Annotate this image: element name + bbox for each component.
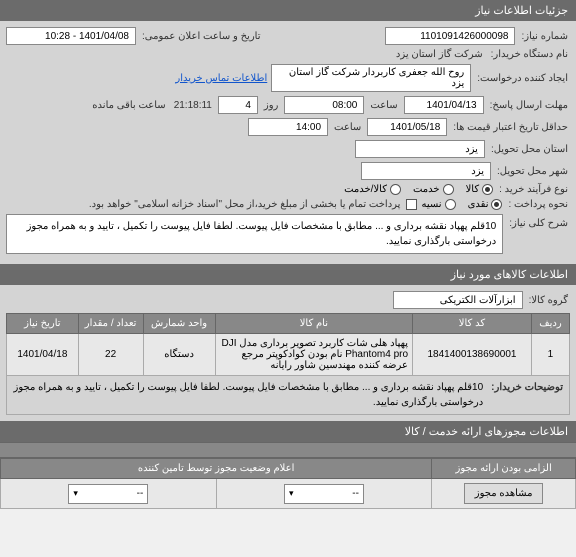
radio-goods-label: کالا [466,184,480,195]
time-label-2: ساعت [332,122,363,133]
radio-circle-icon [443,184,454,195]
goods-group-value: ابزارآلات الکتریکی [393,291,523,309]
buyer-org-label: نام دستگاه خریدار: [489,49,570,60]
buyer-notes-label: توضیحات خریدار: [489,380,565,395]
col-name: نام کالا [215,314,412,334]
status-select-2[interactable]: -- ▾ [68,484,148,504]
creator-label: ایجاد کننده درخواست: [475,73,570,84]
treasury-checkbox[interactable] [406,199,417,210]
cell-code: 1841400138690001 [413,334,532,376]
col-qty: تعداد / مقدار [78,314,143,334]
announce-date-value: 1401/04/08 - 10:28 [6,27,136,45]
need-overview-label: شرح کلی نیاز: [507,214,570,229]
main-header: جزئیات اطلاعات نیاز [0,0,576,21]
radio-circle-icon [491,199,502,210]
need-overview-text: 10قلم پهپاد نقشه برداری و ... مطابق با م… [6,214,503,254]
chevron-down-icon: ▾ [289,488,294,499]
cell-view-permit: مشاهده مجوز [432,479,576,509]
cell-qty: 22 [78,334,143,376]
document-container: جزئیات اطلاعات نیاز شماره نیاز: 11010914… [0,0,576,509]
delivery-city-value: یزد [361,162,491,180]
col-status-header: اعلام وضعیت مجوز توسط تامین کننده [1,459,432,479]
payment-radios: نقدی نسیه [421,199,502,210]
process-type-radios: کالا خدمت کالا/خدمت [344,184,493,195]
buyer-notes-row: توضیحات خریدار: 10قلم پهپاد نقشه برداری … [7,376,570,415]
reply-days-value: 4 [218,96,258,114]
radio-circle-icon [482,184,493,195]
radio-circle-icon [390,184,401,195]
select-value: -- [352,488,359,499]
col-permit-required: الزامی بودن ارائه مجوز [432,459,576,479]
cell-unit: دستگاه [143,334,215,376]
cell-idx: 1 [531,334,569,376]
cell-select-1: -- ▾ [216,479,432,509]
radio-cash[interactable]: نقدی [468,199,503,210]
divider [0,442,576,458]
reply-deadline-label: مهلت ارسال پاسخ: [488,100,570,111]
radio-credit-label: نسیه [421,199,441,210]
info-section: شماره نیاز: 1101091426000098 تاریخ و ساع… [0,21,576,264]
cell-date: 1401/04/18 [7,334,79,376]
col-idx: ردیف [531,314,569,334]
status-select-1[interactable]: -- ▾ [284,484,364,504]
radio-goods[interactable]: کالا [466,184,494,195]
remaining-value: 21:18:11 [172,100,214,111]
radio-both[interactable]: کالا/خدمت [344,184,401,195]
remaining-label: ساعت باقی مانده [90,100,167,111]
status-table: الزامی بودن ارائه مجوز اعلام وضعیت مجوز … [0,458,576,509]
payment-label: نحوه پرداخت : [506,199,570,210]
col-unit: واحد شمارش [143,314,215,334]
goods-section: گروه کالا: ابزارآلات الکتریکی ردیف کد کا… [0,285,576,421]
permits-header: اطلاعات مجوزهای ارائه خدمت / کالا [0,421,576,442]
treasury-note: پرداخت تمام یا بخشی از مبلغ خرید،از محل … [87,199,403,210]
need-no-value: 1101091426000098 [385,27,515,45]
time-label-1: ساعت [368,100,399,111]
reply-date-value: 1401/04/13 [404,96,484,114]
cell-select-2: -- ▾ [1,479,217,509]
need-no-label: شماره نیاز: [519,31,570,42]
radio-service[interactable]: خدمت [413,184,454,195]
cell-name: پهپاد هلی شات کاربرد تصویر برداری مدل DJ… [215,334,412,376]
buyer-notes-text: 10قلم پهپاد نقشه برداری و ... مطابق با م… [11,380,483,410]
status-row: مشاهده مجوز -- ▾ -- ▾ [1,479,576,509]
chevron-down-icon: ▾ [73,488,78,499]
process-type-label: نوع فرآیند خرید : [497,184,570,195]
day-label: روز [262,100,281,111]
min-credit-date-value: 1401/05/18 [367,118,447,136]
radio-service-label: خدمت [413,184,440,195]
min-credit-time-value: 14:00 [248,118,328,136]
radio-cash-label: نقدی [468,199,489,210]
delivery-province-value: یزد [355,140,485,158]
creator-value: روح الله جعفری کاربردار شرکت گاز استان ی… [271,64,471,92]
announce-date-label: تاریخ و ساعت اعلان عمومی: [140,31,263,42]
contact-info-link[interactable]: اطلاعات تماس خریدار [175,73,267,84]
buyer-org-value: شرکت گاز استان یزد [394,49,485,60]
radio-circle-icon [445,199,456,210]
goods-group-label: گروه کالا: [527,295,570,306]
delivery-city-label: شهر محل تحویل: [495,166,570,177]
col-code: کد کالا [413,314,532,334]
goods-info-header: اطلاعات کالاهای مورد نیاز [0,264,576,285]
goods-table: ردیف کد کالا نام کالا واحد شمارش تعداد /… [6,313,570,415]
radio-credit[interactable]: نسیه [421,199,455,210]
select-value: -- [137,488,144,499]
radio-both-label: کالا/خدمت [344,184,387,195]
col-date: تاریخ نیاز [7,314,79,334]
min-credit-label: حداقل تاریخ اعتبار قیمت ها: [451,122,570,133]
reply-time-value: 08:00 [284,96,364,114]
delivery-province-label: استان محل تحویل: [489,144,570,155]
table-row: 1 1841400138690001 پهپاد هلی شات کاربرد … [7,334,570,376]
view-permit-button[interactable]: مشاهده مجوز [464,483,544,504]
